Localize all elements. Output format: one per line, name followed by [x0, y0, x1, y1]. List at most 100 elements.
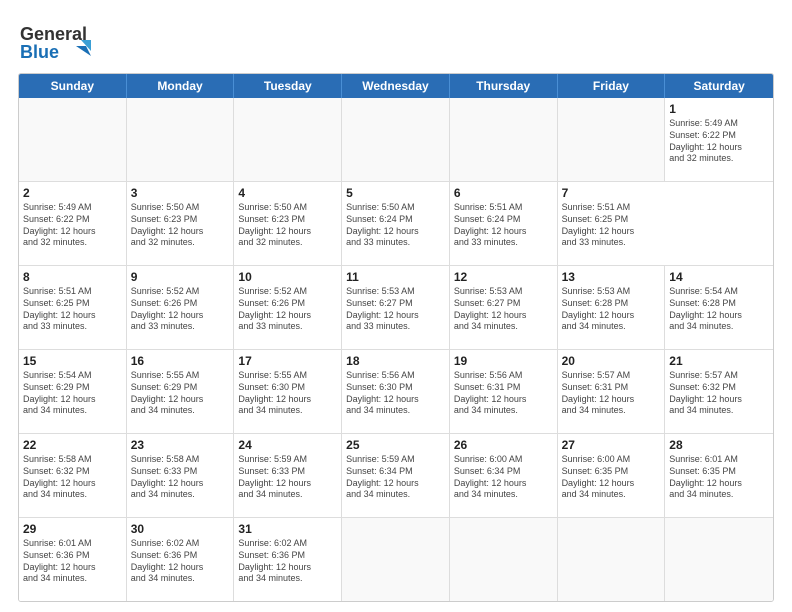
- day-number: 19: [454, 353, 553, 369]
- week-row-5: 22Sunrise: 5:58 AM Sunset: 6:32 PM Dayli…: [19, 434, 773, 518]
- header-day-thursday: Thursday: [450, 74, 558, 98]
- day-number: 31: [238, 521, 337, 537]
- cal-cell-4-6: 20Sunrise: 5:57 AM Sunset: 6:31 PM Dayli…: [558, 350, 666, 433]
- header-day-monday: Monday: [127, 74, 235, 98]
- day-number: 15: [23, 353, 122, 369]
- cell-info: Sunrise: 6:01 AM Sunset: 6:36 PM Dayligh…: [23, 538, 122, 585]
- day-number: 6: [454, 185, 553, 201]
- calendar-header: SundayMondayTuesdayWednesdayThursdayFrid…: [19, 74, 773, 98]
- day-number: 24: [238, 437, 337, 453]
- cal-cell-1-4: [342, 98, 450, 181]
- cell-info: Sunrise: 5:58 AM Sunset: 6:33 PM Dayligh…: [131, 454, 230, 501]
- svg-text:Blue: Blue: [20, 42, 59, 62]
- cal-cell-4-3: 17Sunrise: 5:55 AM Sunset: 6:30 PM Dayli…: [234, 350, 342, 433]
- cell-info: Sunrise: 5:58 AM Sunset: 6:32 PM Dayligh…: [23, 454, 122, 501]
- day-number: 14: [669, 269, 769, 285]
- cal-cell-3-1: 8Sunrise: 5:51 AM Sunset: 6:25 PM Daylig…: [19, 266, 127, 349]
- day-number: 25: [346, 437, 445, 453]
- cal-cell-6-7: [665, 518, 773, 601]
- cal-cell-4-1: 15Sunrise: 5:54 AM Sunset: 6:29 PM Dayli…: [19, 350, 127, 433]
- day-number: 9: [131, 269, 230, 285]
- cal-cell-5-4: 25Sunrise: 5:59 AM Sunset: 6:34 PM Dayli…: [342, 434, 450, 517]
- week-row-3: 8Sunrise: 5:51 AM Sunset: 6:25 PM Daylig…: [19, 266, 773, 350]
- cal-cell-5-7: 28Sunrise: 6:01 AM Sunset: 6:35 PM Dayli…: [665, 434, 773, 517]
- cell-info: Sunrise: 5:57 AM Sunset: 6:32 PM Dayligh…: [669, 370, 769, 417]
- week-row-4: 15Sunrise: 5:54 AM Sunset: 6:29 PM Dayli…: [19, 350, 773, 434]
- cal-cell-6-4: [342, 518, 450, 601]
- cal-cell-5-3: 24Sunrise: 5:59 AM Sunset: 6:33 PM Dayli…: [234, 434, 342, 517]
- cell-info: Sunrise: 5:59 AM Sunset: 6:33 PM Dayligh…: [238, 454, 337, 501]
- day-number: 10: [238, 269, 337, 285]
- cal-cell-5-6: 27Sunrise: 6:00 AM Sunset: 6:35 PM Dayli…: [558, 434, 666, 517]
- cal-cell-5-2: 23Sunrise: 5:58 AM Sunset: 6:33 PM Dayli…: [127, 434, 235, 517]
- cal-cell-2-3: 4Sunrise: 5:50 AM Sunset: 6:23 PM Daylig…: [234, 182, 342, 265]
- cal-cell-1-6: [558, 98, 666, 181]
- day-number: 18: [346, 353, 445, 369]
- week-row-1: 1Sunrise: 5:49 AM Sunset: 6:22 PM Daylig…: [19, 98, 773, 182]
- day-number: 3: [131, 185, 230, 201]
- cell-info: Sunrise: 5:50 AM Sunset: 6:23 PM Dayligh…: [131, 202, 230, 249]
- cell-info: Sunrise: 5:55 AM Sunset: 6:30 PM Dayligh…: [238, 370, 337, 417]
- cell-info: Sunrise: 5:56 AM Sunset: 6:30 PM Dayligh…: [346, 370, 445, 417]
- day-number: 2: [23, 185, 122, 201]
- day-number: 30: [131, 521, 230, 537]
- cal-cell-1-3: [234, 98, 342, 181]
- header-day-wednesday: Wednesday: [342, 74, 450, 98]
- day-number: 26: [454, 437, 553, 453]
- day-number: 1: [669, 101, 769, 117]
- cal-cell-1-5: [450, 98, 558, 181]
- cell-info: Sunrise: 6:00 AM Sunset: 6:35 PM Dayligh…: [562, 454, 661, 501]
- cal-cell-2-6: 7Sunrise: 5:51 AM Sunset: 6:25 PM Daylig…: [558, 182, 666, 265]
- cal-cell-2-5: 6Sunrise: 5:51 AM Sunset: 6:24 PM Daylig…: [450, 182, 558, 265]
- cal-cell-3-4: 11Sunrise: 5:53 AM Sunset: 6:27 PM Dayli…: [342, 266, 450, 349]
- cell-info: Sunrise: 6:00 AM Sunset: 6:34 PM Dayligh…: [454, 454, 553, 501]
- cell-info: Sunrise: 5:57 AM Sunset: 6:31 PM Dayligh…: [562, 370, 661, 417]
- day-number: 16: [131, 353, 230, 369]
- page: General Blue SundayMondayTuesdayWednesda…: [0, 0, 792, 612]
- day-number: 29: [23, 521, 122, 537]
- cal-cell-1-1: [19, 98, 127, 181]
- cell-info: Sunrise: 6:01 AM Sunset: 6:35 PM Dayligh…: [669, 454, 769, 501]
- cal-cell-3-3: 10Sunrise: 5:52 AM Sunset: 6:26 PM Dayli…: [234, 266, 342, 349]
- cell-info: Sunrise: 5:49 AM Sunset: 6:22 PM Dayligh…: [23, 202, 122, 249]
- cell-info: Sunrise: 6:02 AM Sunset: 6:36 PM Dayligh…: [238, 538, 337, 585]
- header-day-friday: Friday: [558, 74, 666, 98]
- cal-cell-6-1: 29Sunrise: 6:01 AM Sunset: 6:36 PM Dayli…: [19, 518, 127, 601]
- cal-cell-2-4: 5Sunrise: 5:50 AM Sunset: 6:24 PM Daylig…: [342, 182, 450, 265]
- cal-cell-3-2: 9Sunrise: 5:52 AM Sunset: 6:26 PM Daylig…: [127, 266, 235, 349]
- cell-info: Sunrise: 5:53 AM Sunset: 6:27 PM Dayligh…: [346, 286, 445, 333]
- cal-cell-4-5: 19Sunrise: 5:56 AM Sunset: 6:31 PM Dayli…: [450, 350, 558, 433]
- cell-info: Sunrise: 5:53 AM Sunset: 6:27 PM Dayligh…: [454, 286, 553, 333]
- cal-cell-5-5: 26Sunrise: 6:00 AM Sunset: 6:34 PM Dayli…: [450, 434, 558, 517]
- cell-info: Sunrise: 5:51 AM Sunset: 6:24 PM Dayligh…: [454, 202, 553, 249]
- cell-info: Sunrise: 5:54 AM Sunset: 6:29 PM Dayligh…: [23, 370, 122, 417]
- cal-cell-1-2: [127, 98, 235, 181]
- cal-cell-6-6: [558, 518, 666, 601]
- cal-cell-6-3: 31Sunrise: 6:02 AM Sunset: 6:36 PM Dayli…: [234, 518, 342, 601]
- cal-cell-6-5: [450, 518, 558, 601]
- day-number: 7: [562, 185, 662, 201]
- day-number: 11: [346, 269, 445, 285]
- header-day-tuesday: Tuesday: [234, 74, 342, 98]
- cell-info: Sunrise: 5:54 AM Sunset: 6:28 PM Dayligh…: [669, 286, 769, 333]
- day-number: 20: [562, 353, 661, 369]
- day-number: 21: [669, 353, 769, 369]
- day-number: 17: [238, 353, 337, 369]
- calendar: SundayMondayTuesdayWednesdayThursdayFrid…: [18, 73, 774, 602]
- header-day-saturday: Saturday: [665, 74, 773, 98]
- cal-cell-4-4: 18Sunrise: 5:56 AM Sunset: 6:30 PM Dayli…: [342, 350, 450, 433]
- day-number: 23: [131, 437, 230, 453]
- header-day-sunday: Sunday: [19, 74, 127, 98]
- cell-info: Sunrise: 5:51 AM Sunset: 6:25 PM Dayligh…: [562, 202, 662, 249]
- day-number: 8: [23, 269, 122, 285]
- cal-cell-2-1: 2Sunrise: 5:49 AM Sunset: 6:22 PM Daylig…: [19, 182, 127, 265]
- cell-info: Sunrise: 5:49 AM Sunset: 6:22 PM Dayligh…: [669, 118, 769, 165]
- header: General Blue: [18, 18, 774, 63]
- day-number: 5: [346, 185, 445, 201]
- day-number: 22: [23, 437, 122, 453]
- cell-info: Sunrise: 5:50 AM Sunset: 6:24 PM Dayligh…: [346, 202, 445, 249]
- cell-info: Sunrise: 5:51 AM Sunset: 6:25 PM Dayligh…: [23, 286, 122, 333]
- cal-cell-4-2: 16Sunrise: 5:55 AM Sunset: 6:29 PM Dayli…: [127, 350, 235, 433]
- week-row-6: 29Sunrise: 6:01 AM Sunset: 6:36 PM Dayli…: [19, 518, 773, 601]
- logo-svg: General Blue: [18, 18, 108, 63]
